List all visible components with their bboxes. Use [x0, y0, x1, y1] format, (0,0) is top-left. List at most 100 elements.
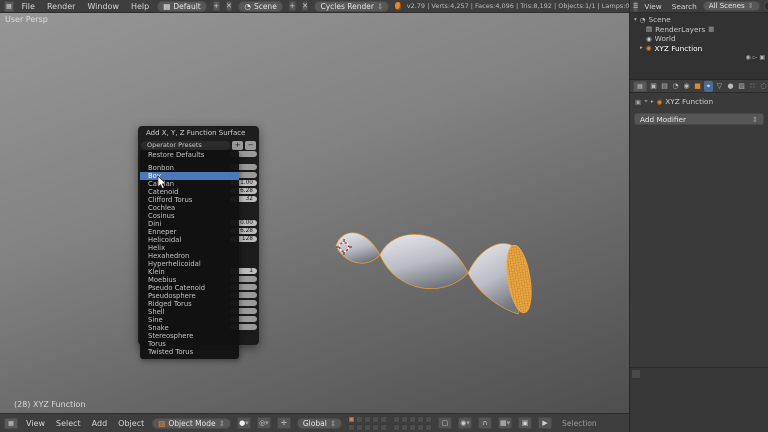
- menu-item[interactable]: View: [24, 419, 47, 428]
- menu-item[interactable]: Window: [85, 2, 121, 11]
- layer-cell[interactable]: [372, 423, 380, 431]
- proportional-edit-selector[interactable]: ◉ ▾: [458, 417, 473, 429]
- eye-icon[interactable]: ◉: [745, 54, 750, 61]
- preset-menu-item[interactable]: Cosinus: [140, 212, 239, 220]
- layer-cell[interactable]: [417, 415, 425, 423]
- layer-cell[interactable]: [356, 423, 364, 431]
- outliner-row-renderlayers[interactable]: ▤ RenderLayers ▦: [630, 25, 768, 35]
- editor-type-button[interactable]: ▦: [4, 0, 14, 12]
- properties-tab[interactable]: ∷: [748, 81, 757, 92]
- preset-menu-item[interactable]: Moebius: [140, 276, 239, 284]
- preset-menu-item[interactable]: Catalan: [140, 180, 239, 188]
- preset-menu-item[interactable]: Klein: [140, 268, 239, 276]
- outliner-row-object[interactable]: ▸ ◉ XYZ Function: [630, 44, 768, 54]
- outliner-row-world[interactable]: ◉ World: [630, 34, 768, 44]
- add-layout-button[interactable]: +: [212, 1, 220, 11]
- layer-cell[interactable]: [401, 423, 409, 431]
- layer-cell[interactable]: [348, 423, 356, 431]
- layer-cell[interactable]: [393, 423, 401, 431]
- lock-to-scene-toggle[interactable]: ▢: [438, 417, 453, 429]
- preset-menu-item[interactable]: Shell: [140, 308, 239, 316]
- menu-item[interactable]: Search: [670, 2, 699, 11]
- xyz-function-object[interactable]: [318, 213, 538, 325]
- preset-menu-item[interactable]: Enneper: [140, 228, 239, 236]
- properties-tab[interactable]: ◉: [682, 81, 691, 92]
- delete-layout-button[interactable]: ✕: [225, 1, 233, 11]
- layer-cell[interactable]: [372, 415, 380, 423]
- menu-item[interactable]: Select: [54, 419, 83, 428]
- preset-menu-item[interactable]: Stereosphere: [140, 332, 239, 340]
- editor-type-button[interactable]: ▦: [4, 417, 18, 429]
- properties-tab[interactable]: ●: [726, 81, 735, 92]
- preset-menu-item[interactable]: Hyperhelicoidal: [140, 260, 239, 268]
- manipulator-toggle[interactable]: ✛: [276, 417, 291, 429]
- properties-tab[interactable]: ▤: [660, 81, 669, 92]
- preset-menu-item[interactable]: Boy: [140, 172, 239, 180]
- preset-menu-item[interactable]: Clifford Torus: [140, 196, 239, 204]
- layer-cell[interactable]: [348, 415, 356, 423]
- outliner-row-scene[interactable]: ▾ ◔ Scene: [630, 15, 768, 25]
- layer-cell[interactable]: [380, 423, 388, 431]
- snap-element-selector[interactable]: ▦ ▾: [498, 417, 513, 429]
- layer-cell[interactable]: [356, 415, 364, 423]
- menu-item[interactable]: Add: [90, 419, 110, 428]
- preset-menu-item[interactable]: Snake: [140, 324, 239, 332]
- preset-menu-item[interactable]: Cochlea: [140, 204, 239, 212]
- layers-group-2[interactable]: [393, 415, 433, 431]
- menu-item[interactable]: File: [20, 2, 37, 11]
- screen-layout-selector[interactable]: ▦ Default: [157, 0, 207, 12]
- menu-item[interactable]: Render: [45, 2, 77, 11]
- layers-group-1[interactable]: [348, 415, 388, 431]
- delete-scene-button[interactable]: ✕: [301, 1, 309, 11]
- scene-selector[interactable]: ◔ Scene: [238, 0, 283, 12]
- layer-cell[interactable]: [409, 423, 417, 431]
- disclosure-triangle-icon[interactable]: ▾: [634, 17, 637, 23]
- layer-cell[interactable]: [364, 423, 372, 431]
- preset-menu-item[interactable]: Catenoid: [140, 188, 239, 196]
- add-preset-button[interactable]: +: [232, 141, 243, 150]
- preset-menu-item[interactable]: Twisted Torus: [140, 348, 239, 356]
- properties-tab[interactable]: ▽: [715, 81, 724, 92]
- preset-menu-item[interactable]: Torus: [140, 340, 239, 348]
- layer-cell[interactable]: [364, 415, 372, 423]
- layer-cell[interactable]: [393, 415, 401, 423]
- properties-tab[interactable]: ◔: [671, 81, 680, 92]
- add-scene-button[interactable]: +: [288, 1, 296, 11]
- properties-tab[interactable]: ◌: [759, 81, 768, 92]
- properties-tab[interactable]: ■: [693, 81, 702, 92]
- editor-type-button[interactable]: ☰: [633, 0, 639, 12]
- properties-tab[interactable]: ⌖: [704, 80, 713, 92]
- opengl-render-still-button[interactable]: ▣: [518, 417, 533, 429]
- render-engine-selector[interactable]: Cycles Render ⇕: [314, 0, 390, 12]
- preset-menu-item[interactable]: Helicoidal: [140, 236, 239, 244]
- viewport-shading-selector[interactable]: ● ▾: [236, 417, 251, 429]
- remove-preset-button[interactable]: −: [245, 141, 256, 150]
- add-modifier-button[interactable]: Add Modifier ⇕: [634, 113, 764, 125]
- properties-tab[interactable]: ▣: [649, 81, 658, 92]
- disclosure-triangle-icon[interactable]: ▸: [640, 45, 643, 51]
- menu-item[interactable]: Help: [129, 2, 151, 11]
- preset-menu-item[interactable]: Ridged Torus: [140, 300, 239, 308]
- mode-selector[interactable]: ▧ Object Mode ⇕: [152, 417, 231, 429]
- preset-menu-item[interactable]: Bonbon: [140, 164, 239, 172]
- preset-menu-item[interactable]: Pseudo Catenoid: [140, 284, 239, 292]
- preset-menu-item[interactable]: Restore Defaults: [140, 151, 239, 159]
- preset-menu-item[interactable]: Dini: [140, 220, 239, 228]
- preset-menu-item[interactable]: Pseudosphere: [140, 292, 239, 300]
- editor-type-button[interactable]: ▤: [633, 80, 647, 92]
- viewport-3d[interactable]: User Persp Add X, Y, Z Function Surface …: [0, 13, 630, 413]
- menu-item[interactable]: Object: [116, 419, 146, 428]
- layer-cell[interactable]: [425, 423, 433, 431]
- outliner-display-filter[interactable]: All Scenes ⇕: [702, 1, 760, 11]
- transform-orientation-selector[interactable]: Global ⇕: [296, 417, 343, 429]
- snap-toggle[interactable]: ∩: [478, 417, 493, 429]
- cursor-select-icon[interactable]: ▻: [753, 54, 758, 61]
- layer-cell[interactable]: [425, 415, 433, 423]
- opengl-render-anim-button[interactable]: ▶: [538, 417, 553, 429]
- preset-menu-item[interactable]: Sine: [140, 316, 239, 324]
- layer-cell[interactable]: [417, 423, 425, 431]
- outliner-search-input[interactable]: ○‸: [763, 1, 768, 11]
- menu-item[interactable]: View: [642, 2, 663, 11]
- layer-cell[interactable]: [380, 415, 388, 423]
- pivot-point-selector[interactable]: ◎ ▾: [256, 417, 271, 429]
